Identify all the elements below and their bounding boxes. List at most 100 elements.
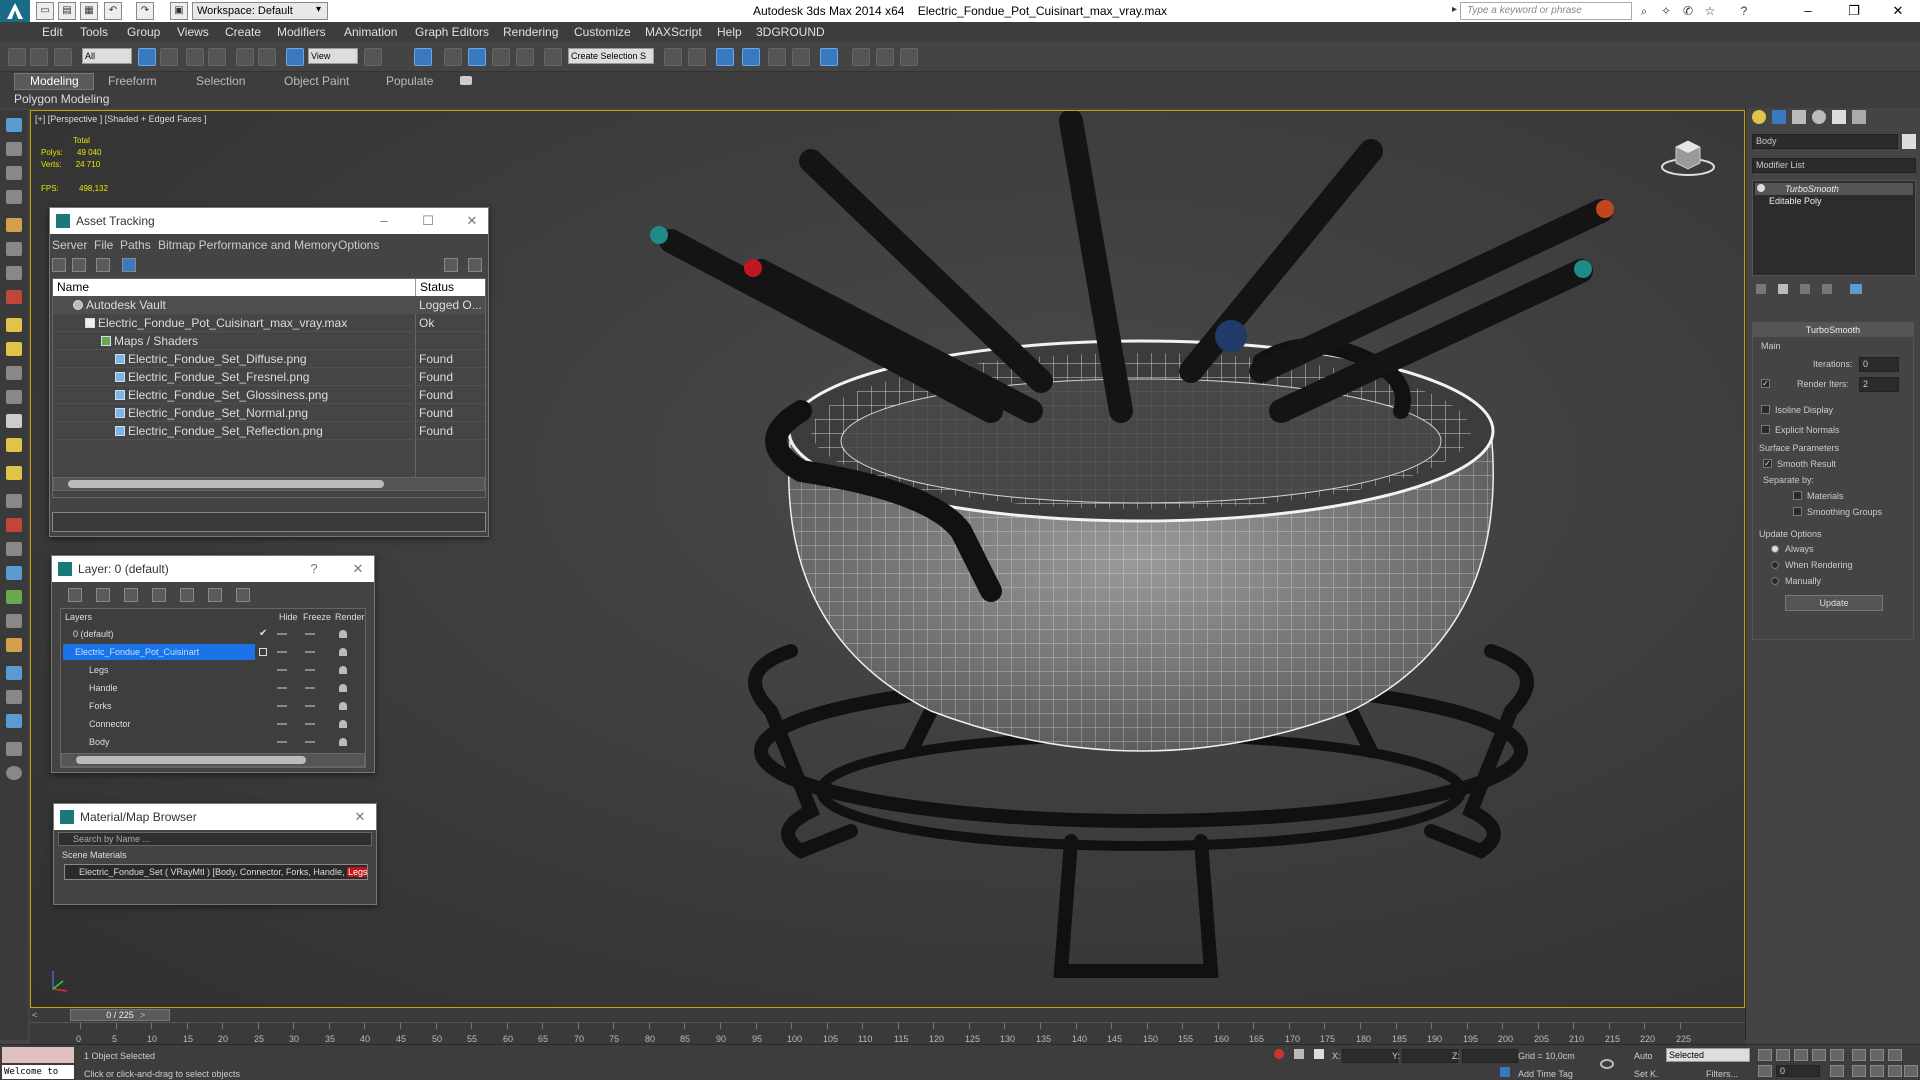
hide-toggle[interactable]: [277, 669, 287, 671]
render-teapot-icon[interactable]: [339, 630, 347, 638]
layer-manager-window[interactable]: Layer: 0 (default) ? ✕ Layers Hide Freez…: [51, 555, 375, 773]
configure-modifier-sets-icon[interactable]: [1850, 284, 1862, 294]
auto-key-button[interactable]: Auto: [1634, 1051, 1653, 1061]
remove-modifier-icon[interactable]: [1822, 284, 1832, 294]
help-icon[interactable]: ?: [1736, 3, 1752, 19]
zoom-extents-icon[interactable]: [1888, 1049, 1902, 1061]
render-iters-spinner[interactable]: 2: [1859, 377, 1899, 392]
freeze-toggle[interactable]: [305, 741, 315, 743]
unlink-icon[interactable]: [30, 48, 48, 66]
go-to-end-icon[interactable]: [1830, 1049, 1844, 1061]
asset-row[interactable]: Electric_Fondue_Set_Normal.png Found: [53, 404, 485, 422]
asset-menu-bitmap-performance[interactable]: Bitmap Performance and Memory: [158, 238, 337, 252]
polygon-modeling-label[interactable]: Polygon Modeling: [14, 92, 109, 106]
stack-item-editable-poly[interactable]: Editable Poly: [1755, 195, 1913, 207]
isoline-display-checkbox[interactable]: [1761, 405, 1770, 414]
next-frame-button-icon[interactable]: [1812, 1049, 1826, 1061]
go-to-start-icon[interactable]: [1758, 1049, 1772, 1061]
show-end-result-icon[interactable]: [1778, 284, 1788, 294]
update-button[interactable]: Update: [1785, 595, 1883, 611]
column-header-name[interactable]: Name: [53, 279, 415, 296]
selection-filter-dropdown[interactable]: All: [82, 48, 132, 64]
restore-window-icon[interactable]: ❐: [1832, 0, 1876, 22]
always-radio[interactable]: [1771, 545, 1779, 553]
set-key-icon[interactable]: [1600, 1059, 1614, 1069]
search-expand-icon[interactable]: ▸: [1452, 4, 1457, 15]
motion-tab-icon[interactable]: [1812, 110, 1826, 124]
prev-frame-icon[interactable]: <: [32, 1010, 37, 1020]
asset-tracking-window[interactable]: Asset Tracking – ☐ ✕ Server File Paths B…: [49, 207, 489, 537]
pan-view-icon[interactable]: [1870, 1065, 1884, 1077]
binoculars-icon[interactable]: ⌕: [1636, 3, 1652, 19]
render-teapot-icon[interactable]: [339, 666, 347, 674]
close-window-icon[interactable]: ✕: [1876, 0, 1920, 22]
set-current-layer-icon[interactable]: [259, 648, 267, 656]
bind-space-warp-icon[interactable]: [54, 48, 72, 66]
active-layer-check-icon[interactable]: ✔: [259, 625, 267, 643]
close-icon[interactable]: ✕: [348, 556, 368, 582]
align-icon[interactable]: [688, 48, 706, 66]
menu-edit[interactable]: Edit: [42, 25, 63, 39]
render-teapot-icon[interactable]: [339, 684, 347, 692]
edit-named-selection-icon[interactable]: [544, 48, 562, 66]
minimize-window-icon[interactable]: –: [1786, 0, 1830, 22]
strip-tool-icon[interactable]: [6, 542, 22, 556]
layer-row[interactable]: Handle: [61, 679, 365, 697]
scene-material-item[interactable]: Electric_Fondue_Set ( VRayMtl ) [Body, C…: [64, 864, 368, 880]
select-manipulate-icon[interactable]: [414, 48, 432, 66]
window-crossing-icon[interactable]: [208, 48, 226, 66]
render-teapot-icon[interactable]: [339, 702, 347, 710]
play-animation-icon[interactable]: [1794, 1049, 1808, 1061]
percent-snap-icon[interactable]: [492, 48, 510, 66]
key-filter-dropdown[interactable]: Selected: [1666, 1048, 1750, 1062]
keyword-search-input[interactable]: Type a keyword or phrase: [1460, 2, 1632, 20]
strip-tool-icon[interactable]: [6, 614, 22, 628]
pin-stack-icon[interactable]: [1756, 284, 1766, 294]
zoom-all-icon[interactable]: [1870, 1049, 1884, 1061]
stack-item-turbosmooth[interactable]: TurboSmooth: [1755, 183, 1913, 195]
select-objects-icon[interactable]: [152, 588, 166, 602]
rendered-frame-window-icon[interactable]: [876, 48, 894, 66]
menu-help[interactable]: Help: [717, 25, 742, 39]
asset-row[interactable]: Electric_Fondue_Pot_Cuisinart_max_vray.m…: [53, 314, 485, 332]
x-coordinate-field[interactable]: [1342, 1049, 1398, 1063]
reference-coordinate-dropdown[interactable]: View: [308, 48, 358, 64]
strip-tool-icon[interactable]: [6, 414, 22, 428]
perspective-viewport[interactable]: [+] [Perspective ] [Shaded + Edged Faces…: [30, 110, 1745, 1008]
previous-frame-icon[interactable]: [1776, 1049, 1790, 1061]
absolute-mode-icon[interactable]: [1314, 1049, 1324, 1059]
strip-tool-icon[interactable]: [6, 590, 22, 604]
strip-tool-icon[interactable]: [6, 742, 22, 756]
freeze-toggle[interactable]: [305, 633, 315, 635]
named-selection-dropdown[interactable]: Create Selection S: [568, 48, 654, 64]
select-and-move-icon[interactable]: [236, 48, 254, 66]
material-map-browser-window[interactable]: Material/Map Browser ✕ Search by Name ..…: [53, 803, 377, 905]
selection-lock-icon[interactable]: [1294, 1049, 1304, 1059]
freeze-toggle[interactable]: [305, 669, 315, 671]
layer-row[interactable]: Body: [61, 733, 365, 751]
maximize-viewport-icon[interactable]: [1904, 1065, 1918, 1077]
asset-row[interactable]: Electric_Fondue_Set_Glossiness.png Found: [53, 386, 485, 404]
time-slider-track[interactable]: < 0 / 225 >: [30, 1008, 1745, 1022]
render-setup-icon[interactable]: [852, 48, 870, 66]
add-to-layer-icon[interactable]: [124, 588, 138, 602]
asset-row[interactable]: Maps / Shaders: [53, 332, 485, 350]
display-tab-icon[interactable]: [1832, 110, 1846, 124]
subscription-icon[interactable]: ✧: [1658, 3, 1674, 19]
select-object-icon[interactable]: [138, 48, 156, 66]
asset-menu-paths[interactable]: Paths: [120, 238, 151, 252]
layer-row[interactable]: Connector: [61, 715, 365, 733]
menu-animation[interactable]: Animation: [344, 25, 397, 39]
asset-row[interactable]: Electric_Fondue_Set_Fresnel.png Found: [53, 368, 485, 386]
pivot-center-icon[interactable]: [364, 48, 382, 66]
asset-row[interactable]: Autodesk Vault Logged O...: [53, 296, 485, 314]
mirror-icon[interactable]: [664, 48, 682, 66]
scene-materials-group[interactable]: Scene Materials: [62, 850, 127, 860]
maxscript-mini-listener[interactable]: Welcome to: [2, 1065, 74, 1079]
render-production-icon[interactable]: [900, 48, 918, 66]
render-teapot-icon[interactable]: [339, 720, 347, 728]
hide-all-icon[interactable]: [208, 588, 222, 602]
strip-tool-icon[interactable]: [6, 494, 22, 508]
menu-graph-editors[interactable]: Graph Editors: [415, 25, 489, 39]
strip-tool-icon[interactable]: [6, 166, 22, 180]
